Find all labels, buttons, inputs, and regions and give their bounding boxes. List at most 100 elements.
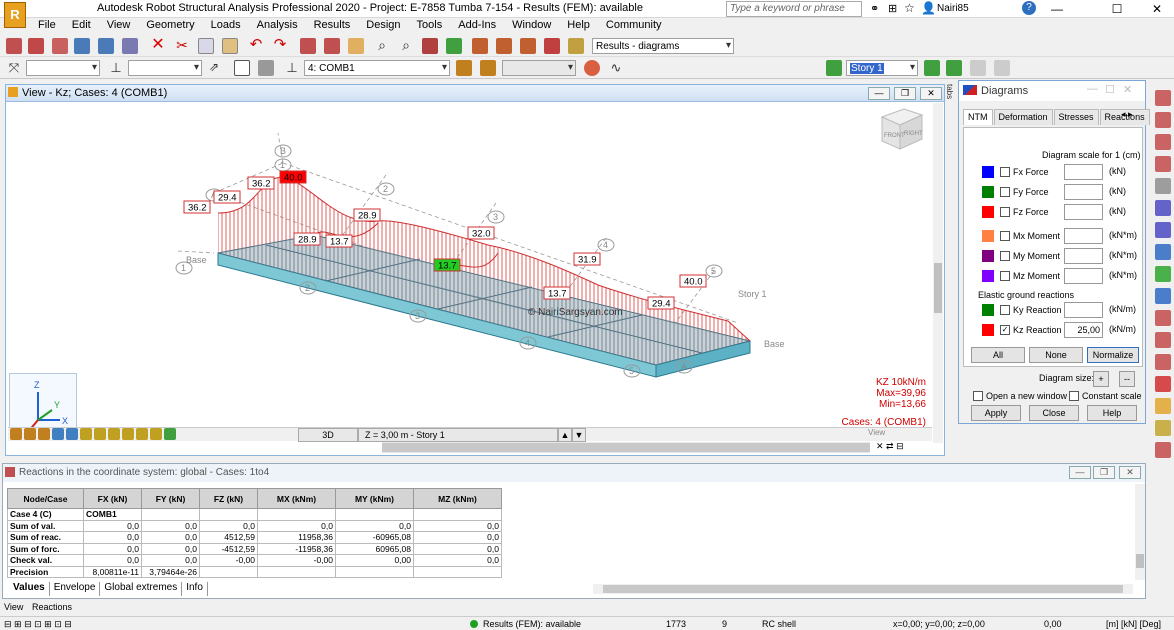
- lock-icon[interactable]: [348, 38, 364, 54]
- right-tool-11-icon[interactable]: [1155, 310, 1171, 326]
- none-button[interactable]: None: [1029, 347, 1083, 363]
- res-close-button[interactable]: ✕: [1119, 466, 1141, 479]
- view-close-button[interactable]: ✕: [920, 87, 942, 100]
- view-tool-7-icon[interactable]: [94, 428, 106, 440]
- search-input[interactable]: Type a keyword or phrase: [726, 1, 862, 17]
- right-tool-1-icon[interactable]: [1155, 90, 1171, 106]
- next-case-icon[interactable]: [456, 60, 472, 76]
- res-horizontal-scrollbar[interactable]: [593, 584, 1133, 594]
- color-swatch[interactable]: [982, 250, 994, 262]
- tab-ntm[interactable]: NTM: [963, 109, 993, 125]
- layout-select[interactable]: Results - diagrams: [592, 38, 734, 54]
- row-fy-force[interactable]: Fy Force: [982, 184, 1049, 200]
- object-icon[interactable]: [258, 60, 274, 76]
- right-tool-6-icon[interactable]: [1155, 200, 1171, 216]
- column-header[interactable]: Node/Case: [7, 488, 84, 509]
- constant-scale-checkbox[interactable]: Constant scale: [1069, 388, 1142, 404]
- row-fx-force[interactable]: Fx Force: [982, 164, 1049, 180]
- scale-field[interactable]: [1064, 164, 1103, 180]
- view-tool-4-icon[interactable]: [52, 428, 64, 440]
- paste-icon[interactable]: [222, 38, 238, 54]
- binoculars-icon[interactable]: ⚭: [870, 2, 879, 15]
- table-row[interactable]: Sum of reac. 0,0 0,0 4512,59 11958,36 -60965,…: [7, 531, 502, 544]
- structure-icon[interactable]: [422, 38, 438, 54]
- checkbox[interactable]: [1000, 187, 1010, 197]
- bar-select[interactable]: [128, 60, 202, 76]
- right-tool-7-icon[interactable]: [1155, 222, 1171, 238]
- star-icon[interactable]: ☆: [904, 1, 915, 15]
- color-swatch[interactable]: [982, 304, 994, 316]
- close-button[interactable]: ✕: [1140, 0, 1174, 18]
- view-tool-9-icon[interactable]: [122, 428, 134, 440]
- column-header[interactable]: MY (kNm): [335, 488, 414, 509]
- column-header[interactable]: MX (kNm): [257, 488, 336, 509]
- checkbox[interactable]: [1000, 207, 1010, 217]
- structure-drawing[interactable]: AB122334455A1BaseBaseStory 1 36.240.029.…: [8, 103, 932, 427]
- row-mx-moment[interactable]: Mx Moment: [982, 228, 1060, 244]
- right-tool-14-icon[interactable]: [1155, 376, 1171, 392]
- view-tool-3-icon[interactable]: [38, 428, 50, 440]
- row-my-moment[interactable]: My Moment: [982, 248, 1060, 264]
- column-header[interactable]: FX (kN): [83, 488, 142, 509]
- cut-icon[interactable]: ✂: [174, 38, 190, 54]
- checkbox[interactable]: [1000, 167, 1010, 177]
- user-name[interactable]: Nairi85: [937, 3, 969, 14]
- analysis-icon[interactable]: [520, 38, 536, 54]
- view-nav-icons[interactable]: ✕ ⇄ ⊟: [876, 441, 936, 455]
- open-new-window-checkbox[interactable]: Open a new window: [973, 388, 1067, 404]
- bar-icon[interactable]: ⊥: [108, 60, 124, 76]
- scale-field[interactable]: [1064, 204, 1103, 220]
- save-icon[interactable]: [52, 38, 68, 54]
- properties-icon[interactable]: [324, 38, 340, 54]
- color-swatch[interactable]: [982, 186, 994, 198]
- res-minimize-button[interactable]: —: [1069, 466, 1091, 479]
- right-tool-12-icon[interactable]: [1155, 332, 1171, 348]
- size-plus-button[interactable]: +: [1093, 371, 1109, 387]
- menu-window[interactable]: Window: [504, 18, 559, 34]
- level-up-button[interactable]: ▲: [558, 428, 572, 442]
- help-icon[interactable]: ?: [1022, 1, 1036, 15]
- redo-icon[interactable]: ↷: [272, 37, 288, 54]
- scale-field[interactable]: [1064, 184, 1103, 200]
- scale-field[interactable]: [1064, 302, 1103, 318]
- zoom-icon[interactable]: ⌕: [374, 38, 390, 54]
- table-row[interactable]: Sum of forc. 0,0 0,0 -4512,59 -11958,36 60965…: [7, 542, 502, 555]
- status-icons[interactable]: ⊟ ⊞ ⊟ ⊡ ⊞ ⊡ ⊟: [4, 619, 72, 630]
- view-tool-1-icon[interactable]: [10, 428, 22, 440]
- right-tool-2-icon[interactable]: [1155, 112, 1171, 128]
- scale-field[interactable]: [1064, 268, 1103, 284]
- shading-icon[interactable]: [584, 60, 600, 76]
- view-horizontal-scrollbar[interactable]: [382, 442, 870, 453]
- right-tool-16-icon[interactable]: [1155, 420, 1171, 436]
- design-icon[interactable]: [568, 38, 584, 54]
- column-header[interactable]: FY (kN): [141, 488, 200, 509]
- color-swatch[interactable]: [982, 166, 994, 178]
- dialog-min-icon[interactable]: —: [1087, 83, 1098, 95]
- minimize-button[interactable]: —: [1040, 0, 1074, 18]
- menu-addins[interactable]: Add-Ins: [450, 18, 504, 34]
- help-button[interactable]: Help: [1087, 405, 1137, 421]
- dialog-close-icon[interactable]: ✕: [1123, 83, 1132, 96]
- open-icon[interactable]: [28, 38, 44, 54]
- checkbox[interactable]: [1000, 231, 1010, 241]
- column-header[interactable]: FZ (kN): [199, 488, 258, 509]
- mode-select[interactable]: [502, 60, 576, 76]
- normalize-button[interactable]: Normalize: [1087, 347, 1139, 363]
- color-swatch[interactable]: [982, 230, 994, 242]
- view-cube[interactable]: FRONT RIGHT: [876, 103, 926, 153]
- dialog-close-button[interactable]: Close: [1029, 405, 1079, 421]
- scale-field[interactable]: 25,00: [1064, 322, 1103, 338]
- menu-analysis[interactable]: Analysis: [249, 18, 306, 34]
- menu-design[interactable]: Design: [358, 18, 408, 34]
- row-fz-force[interactable]: Fz Force: [982, 204, 1049, 220]
- table-icon[interactable]: [300, 38, 316, 54]
- checkbox[interactable]: [1000, 271, 1010, 281]
- checkbox[interactable]: ✓: [1000, 325, 1010, 335]
- copy-icon[interactable]: [198, 38, 214, 54]
- level-down-button[interactable]: ▼: [572, 428, 586, 442]
- menu-view[interactable]: View: [99, 18, 139, 34]
- cart-icon[interactable]: ⊞: [888, 2, 897, 15]
- right-tool-17-icon[interactable]: [1155, 442, 1171, 458]
- tab-global-extremes[interactable]: Global extremes: [100, 582, 183, 596]
- reactions-table[interactable]: Node/Case FX (kN) FY (kN) FZ (kN) MX (kNm) MY…: [7, 488, 502, 578]
